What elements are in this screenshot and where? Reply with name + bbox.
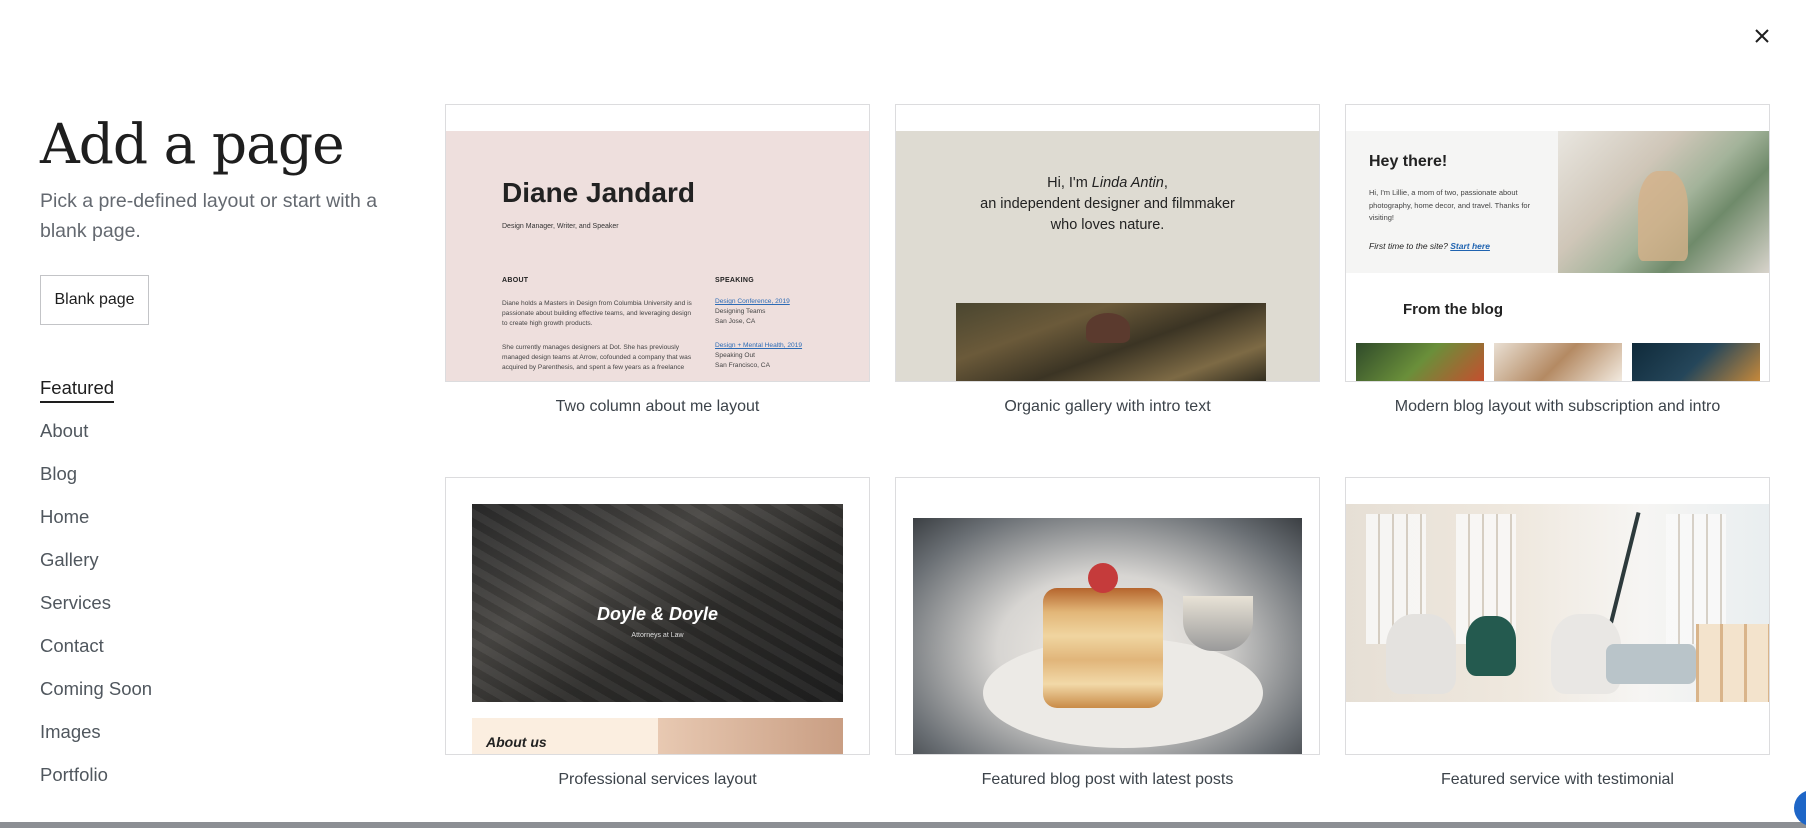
preview-firm-name: Doyle & Doyle bbox=[596, 604, 719, 624]
layout-card-two-column-about[interactable]: Diane Jandard Design Manager, Writer, an… bbox=[445, 104, 870, 415]
preview-firm-tagline: Attorneys at Law bbox=[631, 632, 684, 639]
layout-preview[interactable]: Hi, I'm Linda Antin, an independent desi… bbox=[895, 104, 1320, 382]
category-label: Portfolio bbox=[40, 764, 108, 785]
layout-card-professional-services[interactable]: Doyle & Doyle Attorneys at Law About us … bbox=[445, 477, 870, 788]
preview-hero-photo bbox=[1558, 131, 1769, 273]
category-label: Images bbox=[40, 721, 101, 742]
preview-building-texture bbox=[472, 504, 843, 702]
preview-hat-shape bbox=[1086, 313, 1130, 343]
close-button[interactable] bbox=[1748, 20, 1776, 52]
category-label: Featured bbox=[40, 375, 115, 403]
preview-first-time-text: First time to the site? bbox=[1369, 241, 1451, 251]
category-featured[interactable]: Featured bbox=[40, 372, 152, 415]
layout-label: Professional services layout bbox=[558, 771, 757, 788]
category-label: About bbox=[40, 420, 89, 441]
preview-name: Diane Jandard bbox=[502, 177, 695, 208]
preview-bio: Hi, I'm Lillie, a mom of two, passionate… bbox=[1369, 188, 1531, 222]
category-list: Featured About Blog Home Gallery Service… bbox=[40, 372, 152, 802]
category-label: Contact bbox=[40, 635, 104, 656]
preview-pancake-stack bbox=[1043, 588, 1163, 708]
preview-start-link: Start here bbox=[1450, 241, 1490, 251]
category-coming-soon[interactable]: Coming Soon bbox=[40, 673, 152, 716]
sidebar: Add a page Pick a pre-defined layout or … bbox=[40, 0, 400, 828]
layout-preview[interactable] bbox=[895, 477, 1320, 755]
layout-card-featured-service[interactable]: Featured service with testimonial bbox=[1345, 477, 1770, 788]
preview-shelf-shape bbox=[1696, 624, 1769, 702]
category-blog[interactable]: Blog bbox=[40, 458, 152, 501]
category-contact[interactable]: Contact bbox=[40, 630, 152, 673]
preview-intro-line1: Hi, I'm Linda Antin, bbox=[896, 173, 1319, 194]
preview-blog-photo bbox=[1494, 343, 1622, 381]
category-label: Blog bbox=[40, 463, 78, 484]
page-subtitle: Pick a pre-defined layout or start with … bbox=[40, 190, 378, 242]
category-portfolio[interactable]: Portfolio bbox=[40, 759, 152, 802]
preview-talk1-title: Designing Teams bbox=[715, 308, 766, 315]
category-label: Coming Soon bbox=[40, 678, 153, 699]
category-label: Services bbox=[40, 592, 111, 613]
preview-office-photo bbox=[1346, 504, 1769, 702]
category-label: Gallery bbox=[40, 549, 99, 570]
preview-about-photo bbox=[658, 718, 843, 754]
layout-preview[interactable] bbox=[1345, 477, 1770, 755]
horizontal-scrollbar[interactable] bbox=[0, 822, 1806, 828]
preview-about-heading: About us bbox=[486, 734, 547, 750]
layout-preview[interactable]: Hey there! Hi, I'm Lillie, a mom of two,… bbox=[1345, 104, 1770, 382]
category-services[interactable]: Services bbox=[40, 587, 152, 630]
preview-talk1-link: Design Conference, 2019 bbox=[715, 298, 790, 305]
preview-berry-shape bbox=[1088, 563, 1118, 593]
preview-blog-heading: From the blog bbox=[1403, 301, 1503, 318]
preview-talk2-place: San Francisco, CA bbox=[715, 362, 770, 369]
preview-talk1-place: San Jose, CA bbox=[715, 318, 756, 325]
preview-about-heading: ABOUT bbox=[502, 277, 529, 284]
preview-building-photo: Doyle & Doyle Attorneys at Law bbox=[472, 504, 843, 702]
layout-card-featured-blog-post[interactable]: Featured blog post with latest posts bbox=[895, 477, 1320, 788]
preview-intro: Hi, I'm Linda Antin, an independent desi… bbox=[896, 173, 1319, 236]
category-gallery[interactable]: Gallery bbox=[40, 544, 152, 587]
blank-page-button[interactable]: Blank page bbox=[40, 275, 149, 325]
preview-role: Design Manager, Writer, and Speaker bbox=[502, 223, 619, 230]
preview-blog-photo bbox=[1632, 343, 1760, 381]
page-title: Add a page bbox=[40, 112, 345, 176]
preview-chair-shape bbox=[1386, 614, 1456, 694]
preview-talk2-link: Design + Mental Health, 2019 bbox=[715, 342, 803, 349]
preview-nature-photo bbox=[956, 303, 1266, 381]
preview-sofa-shape bbox=[1606, 644, 1696, 684]
category-images[interactable]: Images bbox=[40, 716, 152, 759]
preview-intro-prefix: Hi, I'm bbox=[1047, 175, 1092, 191]
preview-person-shape bbox=[1638, 171, 1688, 261]
category-about[interactable]: About bbox=[40, 415, 152, 458]
preview-blog-photo bbox=[1356, 343, 1484, 381]
layout-preview[interactable]: Doyle & Doyle Attorneys at Law About us bbox=[445, 477, 870, 755]
preview-intro-suffix: , bbox=[1163, 175, 1168, 191]
layout-card-organic-gallery[interactable]: Hi, I'm Linda Antin, an independent desi… bbox=[895, 104, 1320, 415]
layout-label: Two column about me layout bbox=[555, 398, 760, 415]
preview-talk2-title: Speaking Out bbox=[715, 352, 755, 359]
preview-cup-shape bbox=[1183, 596, 1253, 651]
layout-label: Featured blog post with latest posts bbox=[981, 771, 1234, 788]
layout-label: Modern blog layout with subscription and… bbox=[1394, 398, 1721, 415]
preview-intro-name: Linda Antin bbox=[1091, 175, 1164, 191]
preview-speaking-heading: SPEAKING bbox=[715, 277, 754, 284]
close-icon bbox=[1755, 29, 1769, 43]
layout-label: Featured service with testimonial bbox=[1441, 771, 1674, 788]
preview-about-p2: She currently manages designers at Dot. … bbox=[502, 344, 692, 371]
category-home[interactable]: Home bbox=[40, 501, 152, 544]
preview-pancake-photo bbox=[913, 518, 1302, 754]
preview-intro-line3: who loves nature. bbox=[1050, 217, 1165, 233]
preview-greeting: Hey there! bbox=[1369, 153, 1448, 170]
layout-card-modern-blog[interactable]: Hey there! Hi, I'm Lillie, a mom of two,… bbox=[1345, 104, 1770, 415]
preview-intro-line2: an independent designer and filmmaker bbox=[980, 196, 1235, 212]
preview-first-time: First time to the site? Start here bbox=[1369, 241, 1490, 251]
preview-about-p1: Diane holds a Masters in Design from Col… bbox=[502, 300, 692, 327]
preview-chair-shape bbox=[1466, 616, 1516, 676]
help-button[interactable] bbox=[1794, 790, 1806, 826]
layout-label: Organic gallery with intro text bbox=[1004, 398, 1211, 415]
layout-preview[interactable]: Diane Jandard Design Manager, Writer, an… bbox=[445, 104, 870, 382]
category-label: Home bbox=[40, 506, 90, 527]
